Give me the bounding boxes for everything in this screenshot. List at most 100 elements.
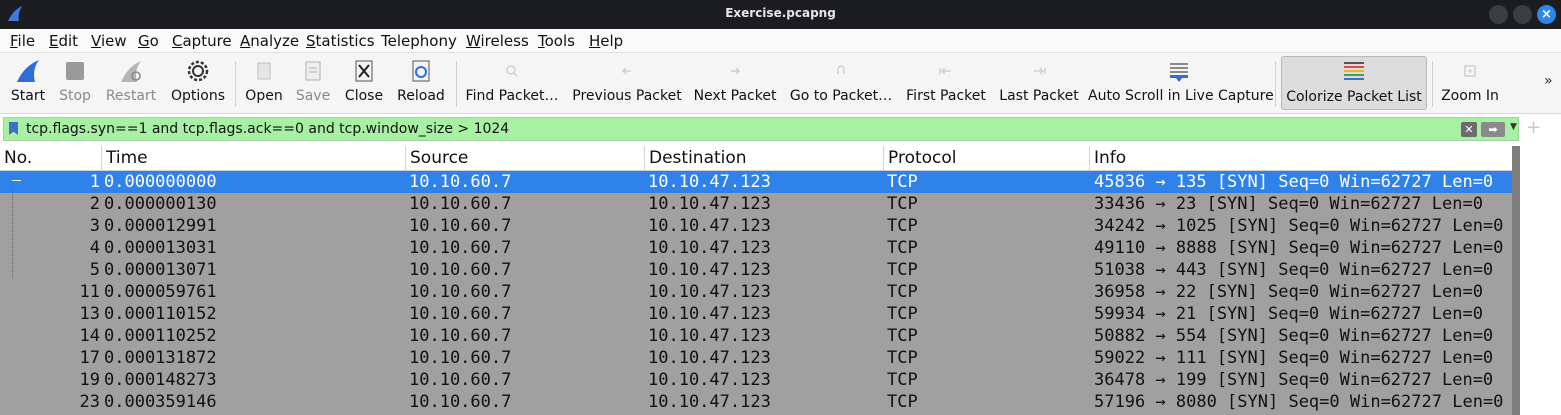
cell-destination: 10.10.47.123	[648, 392, 771, 412]
packet-list[interactable]: No. Time Source Destination Protocol Inf…	[0, 146, 1512, 415]
arrow-right-icon	[731, 67, 741, 75]
restart-button[interactable]: Restart	[104, 53, 158, 113]
table-row[interactable]: 11 0.000059761 10.10.60.7 10.10.47.123 TCP 36…	[0, 281, 1512, 303]
cell-info: 33436 → 23 [SYN] Seq=0 Win=62727 Len=0	[1094, 194, 1483, 214]
menu-go[interactable]: Go	[138, 32, 159, 50]
colorize-packet-list-button[interactable]: Colorize Packet List	[1281, 56, 1427, 110]
display-filter-input[interactable]: tcp.flags.syn==1 and tcp.flags.ack==0 an…	[26, 121, 509, 137]
cell-protocol: TCP	[887, 194, 918, 214]
table-row[interactable]: 1 0.000000000 10.10.60.7 10.10.47.123 TCP 458…	[0, 171, 1512, 193]
menu-wireless[interactable]: Wireless	[466, 32, 529, 50]
cell-source: 10.10.60.7	[409, 304, 512, 324]
next-packet-button[interactable]: Next Packet	[692, 53, 778, 113]
restart-fin-icon	[121, 61, 141, 82]
cell-info: 36958 → 22 [SYN] Seq=0 Win=62727 Len=0	[1094, 282, 1483, 302]
filter-history-dropdown[interactable]: ▼	[1510, 122, 1517, 132]
menu-file[interactable]: File	[10, 32, 35, 50]
first-packet-button[interactable]: First Packet	[902, 53, 990, 113]
clear-filter-button[interactable]: ✕	[1461, 122, 1477, 137]
column-header-time[interactable]: Time	[102, 146, 406, 171]
column-header-no[interactable]: No.	[0, 146, 102, 171]
apply-filter-button[interactable]: ➡	[1481, 122, 1505, 137]
table-row[interactable]: 14 0.000110252 10.10.60.7 10.10.47.123 TCP 50…	[0, 325, 1512, 347]
close-file-icon	[355, 60, 373, 82]
cell-protocol: TCP	[887, 304, 918, 324]
cell-info: 59022 → 111 [SYN] Seq=0 Win=62727 Len=0	[1094, 348, 1494, 368]
last-icon	[1034, 67, 1046, 75]
options-button[interactable]: Options	[168, 53, 228, 113]
cell-info: 50882 → 554 [SYN] Seq=0 Win=62727 Len=0	[1094, 326, 1494, 346]
go-to-icon	[837, 65, 845, 74]
cell-destination: 10.10.47.123	[648, 172, 771, 192]
cell-info: 36478 → 199 [SYN] Seq=0 Win=62727 Len=0	[1094, 370, 1494, 390]
table-row[interactable]: 19 0.000148273 10.10.60.7 10.10.47.123 TCP 36…	[0, 369, 1512, 391]
scrollbar-thumb[interactable]	[1512, 146, 1520, 415]
close-window-button[interactable]: ×	[1537, 5, 1556, 24]
last-packet-button[interactable]: Last Packet	[997, 53, 1081, 113]
close-file-button[interactable]: Close	[341, 53, 387, 113]
menu-view[interactable]: View	[91, 32, 127, 50]
zoom-in-button[interactable]: Zoom In	[1438, 53, 1502, 113]
cell-source: 10.10.60.7	[409, 392, 512, 412]
cell-no: 19	[79, 370, 100, 390]
cell-protocol: TCP	[887, 260, 918, 280]
start-button[interactable]: Start	[6, 53, 50, 113]
previous-packet-button[interactable]: Previous Packet	[570, 53, 684, 113]
cell-destination: 10.10.47.123	[648, 326, 771, 346]
table-row[interactable]: 17 0.000131872 10.10.60.7 10.10.47.123 TCP 59…	[0, 347, 1512, 369]
cell-source: 10.10.60.7	[409, 194, 512, 214]
menu-edit[interactable]: Edit	[49, 32, 78, 50]
stop-button[interactable]: Stop	[56, 53, 94, 113]
folder-open-icon	[257, 62, 271, 80]
toolbar-separator	[1275, 61, 1276, 107]
cell-time: 0.000013031	[104, 238, 217, 258]
table-row[interactable]: 4 0.000013031 10.10.60.7 10.10.47.123 TCP 491…	[0, 237, 1512, 259]
auto-scroll-button[interactable]: Auto Scroll in Live Capture	[1088, 53, 1274, 113]
reload-button[interactable]: Reload	[394, 53, 448, 113]
minimize-button[interactable]	[1489, 5, 1508, 24]
cell-destination: 10.10.47.123	[648, 348, 771, 368]
cell-time: 0.000359146	[104, 392, 217, 412]
cell-no: 17	[79, 348, 100, 368]
open-button[interactable]: Open	[242, 53, 286, 113]
table-row[interactable]: 13 0.000110152 10.10.60.7 10.10.47.123 TCP 59…	[0, 303, 1512, 325]
column-header-destination[interactable]: Destination	[645, 146, 884, 171]
cell-no: 23	[79, 392, 100, 412]
column-header-info[interactable]: Info	[1090, 146, 1512, 171]
cell-info: 45836 → 135 [SYN] Seq=0 Win=62727 Len=0	[1094, 172, 1494, 192]
save-button[interactable]: Save	[292, 53, 334, 113]
table-row[interactable]: 3 0.000012991 10.10.60.7 10.10.47.123 TCP 342…	[0, 215, 1512, 237]
menu-help[interactable]: Help	[589, 32, 623, 50]
cell-source: 10.10.60.7	[409, 238, 512, 258]
cell-info: 49110 → 8888 [SYN] Seq=0 Win=62727 Len=0	[1094, 238, 1504, 258]
cell-info: 59934 → 21 [SYN] Seq=0 Win=62727 Len=0	[1094, 304, 1483, 324]
menu-tools[interactable]: Tools	[538, 32, 575, 50]
add-filter-button-icon[interactable]: +	[1526, 117, 1541, 138]
menu-statistics[interactable]: Statistics	[306, 32, 375, 50]
go-to-packet-button[interactable]: Go to Packet…	[787, 53, 895, 113]
table-row[interactable]: 2 0.000000130 10.10.60.7 10.10.47.123 TCP 334…	[0, 193, 1512, 215]
cell-destination: 10.10.47.123	[648, 194, 771, 214]
toolbar-overflow-button[interactable]: »	[1544, 73, 1553, 89]
cell-protocol: TCP	[887, 348, 918, 368]
packet-list-scrollbar[interactable]	[1512, 146, 1520, 415]
maximize-button[interactable]	[1513, 5, 1532, 24]
display-filter-bar[interactable]: tcp.flags.syn==1 and tcp.flags.ack==0 an…	[3, 117, 1519, 141]
cell-info: 57196 → 8080 [SYN] Seq=0 Win=62727 Len=0	[1094, 392, 1504, 412]
menu-telephony[interactable]: Telephony	[381, 32, 457, 50]
column-header-protocol[interactable]: Protocol	[884, 146, 1090, 171]
cell-time: 0.000012991	[104, 216, 217, 236]
find-packet-button[interactable]: Find Packet…	[463, 53, 561, 113]
menu-bar: File Edit View Go Capture Analyze Statistics Te…	[0, 29, 1561, 52]
table-row[interactable]: 5 0.000013071 10.10.60.7 10.10.47.123 TCP 510…	[0, 259, 1512, 281]
toolbar-separator	[1432, 61, 1433, 107]
table-row[interactable]: 23 0.000359146 10.10.60.7 10.10.47.123 TCP 57…	[0, 391, 1512, 413]
auto-scroll-icon	[1170, 63, 1188, 82]
packet-list-header: No. Time Source Destination Protocol Inf…	[0, 146, 1512, 171]
bookmark-icon[interactable]	[9, 122, 18, 135]
column-header-source[interactable]: Source	[406, 146, 645, 171]
zoom-in-icon	[1464, 65, 1476, 77]
cell-source: 10.10.60.7	[409, 172, 512, 192]
menu-capture[interactable]: Capture	[172, 32, 232, 50]
menu-analyze[interactable]: Analyze	[240, 32, 299, 50]
